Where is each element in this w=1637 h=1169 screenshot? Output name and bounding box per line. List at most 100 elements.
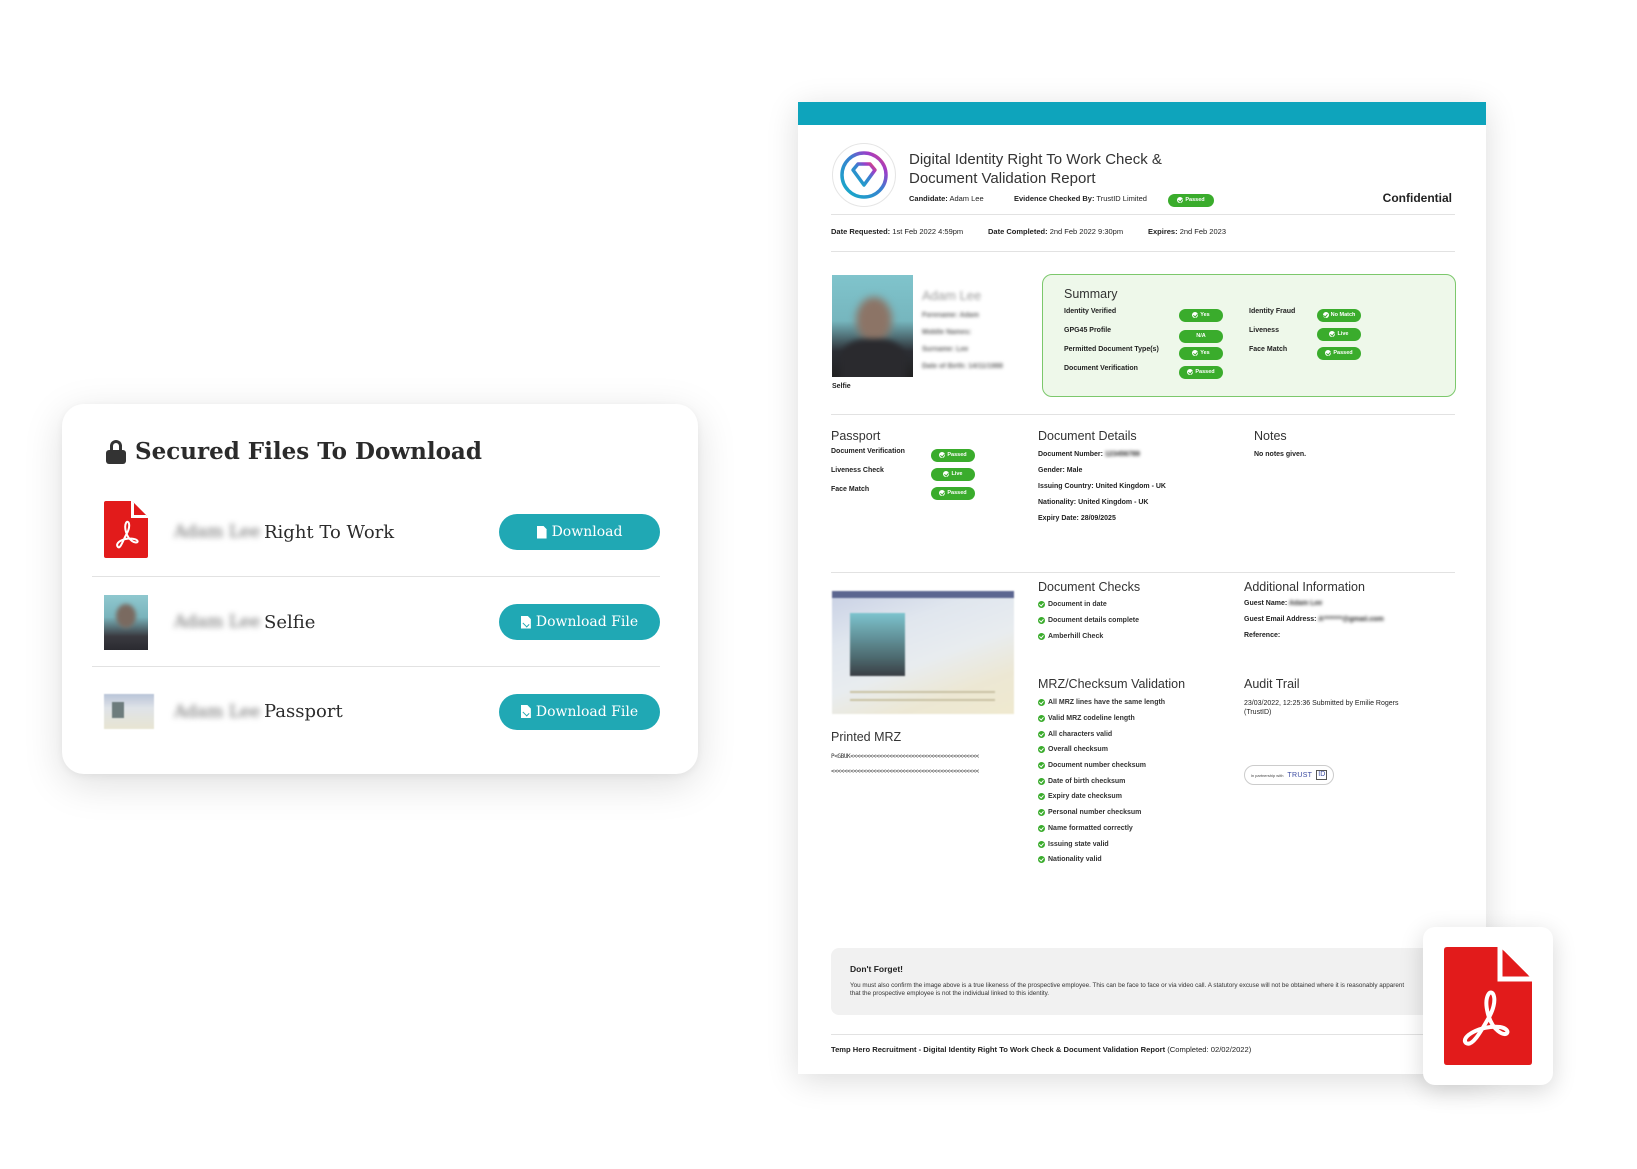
notes-heading: Notes <box>1254 429 1287 443</box>
checked-by-label: Evidence Checked By: <box>1014 194 1095 203</box>
download-file-button[interactable]: Download File <box>499 604 660 640</box>
person-dob: Date of Birth: 14/11/1988 <box>922 363 1003 370</box>
field-value: United Kingdom - UK <box>1095 483 1166 490</box>
file-download-icon <box>520 615 531 629</box>
status-text: Passed <box>947 452 967 458</box>
check-item: Personal number checksum <box>1038 805 1165 821</box>
check-circle-icon <box>1192 312 1199 318</box>
gender: Gender: Male <box>1038 467 1082 474</box>
passport-image <box>832 591 1014 714</box>
summary-status-badge: Passed <box>1179 362 1223 380</box>
expiry-date: Expiry Date: 28/09/2025 <box>1038 515 1116 522</box>
issuing-country: Issuing Country: United Kingdom - UK <box>1038 483 1166 490</box>
divider <box>831 1034 1455 1035</box>
document-checks-list: Document in date Document details complet… <box>1038 597 1139 644</box>
file-owner-name: Adam Lee <box>174 612 261 632</box>
check-circle-icon <box>1038 777 1045 785</box>
report-footer: Temp Hero Recruitment - Digital Identity… <box>831 1045 1251 1054</box>
person-name: Adam Lee <box>922 288 982 303</box>
candidate-info: Candidate: Adam Lee <box>909 194 984 203</box>
summary-label: GPG45 Profile <box>1064 327 1112 334</box>
audit-trail-entry: 23/03/2022, 12:25:36 Submitted by Emilie… <box>1244 700 1399 716</box>
mrz-line: <<<<<<<<<<<<<<<<<<<<<<<<<<<<<<<<<<<<<<<<… <box>831 768 979 775</box>
summary-status-badge: Yes <box>1179 343 1223 361</box>
divider <box>831 214 1455 215</box>
passport-check-label: Document Verification <box>831 448 905 455</box>
field-label: Issuing Country: <box>1038 483 1094 490</box>
summary-status-badge: N/A <box>1179 324 1223 343</box>
diamond-logo-icon <box>832 143 896 207</box>
selfie-photo <box>832 275 913 377</box>
candidate-label: Candidate: <box>909 194 948 203</box>
report-title-line: Document Validation Report <box>909 170 1096 187</box>
check-item: Amberhill Check <box>1038 628 1139 644</box>
pdf-tile <box>1423 927 1553 1085</box>
check-item-label: All characters valid <box>1048 730 1113 738</box>
guest-name: Guest Name: Adam Lee <box>1244 600 1322 607</box>
passport-status-badge: Passed <box>931 445 975 463</box>
check-item-label: All MRZ lines have the same length <box>1048 699 1166 707</box>
check-item-label: Document in date <box>1048 601 1107 609</box>
notes-text: No notes given. <box>1254 451 1307 458</box>
check-item: Overall checksum <box>1038 742 1165 758</box>
status-text: Live <box>1337 331 1349 337</box>
summary-heading: Summary <box>1064 287 1118 301</box>
check-item: Document details complete <box>1038 613 1139 629</box>
secured-files-card: Secured Files To Download Adam Lee Right… <box>62 404 698 774</box>
status-text: Passed <box>1333 350 1353 356</box>
summary-label: Document Verification <box>1064 365 1138 372</box>
check-circle-icon <box>1192 350 1199 356</box>
expires-value: 2nd Feb 2023 <box>1179 227 1226 236</box>
field-label: Guest Name: <box>1244 600 1288 607</box>
check-item: All MRZ lines have the same length <box>1038 695 1165 711</box>
check-circle-icon <box>1038 699 1045 707</box>
passport-status-badge: Live <box>931 464 975 482</box>
status-text: Passed <box>1195 369 1215 375</box>
dont-forget-title: Don't Forget! <box>850 964 904 974</box>
document-checks-heading: Document Checks <box>1038 580 1141 594</box>
trustid-logo: TRUST <box>1287 771 1313 779</box>
status-text: N/A <box>1196 333 1206 339</box>
date-requested: Date Requested: 1st Feb 2022 4:59pm <box>831 227 963 236</box>
additional-info-heading: Additional Information <box>1244 580 1365 594</box>
check-circle-icon <box>1038 601 1045 609</box>
pdf-file-icon <box>104 501 148 563</box>
field-value: 123456789 <box>1104 451 1140 458</box>
file-name: Selfie <box>264 611 316 633</box>
field-label: Guest Email Address: <box>1244 616 1317 623</box>
check-item-label: Document details complete <box>1048 617 1140 625</box>
check-circle-icon <box>1322 312 1329 318</box>
pdf-file-icon <box>536 525 547 539</box>
check-item-label: Amberhill Check <box>1048 632 1104 640</box>
file-owner-name: Adam Lee <box>174 522 261 542</box>
check-item: Expiry date checksum <box>1038 789 1165 805</box>
download-button-label: Download File <box>535 614 639 630</box>
candidate-value: Adam Lee <box>949 194 984 203</box>
field-value: United Kingdom - UK <box>1078 499 1149 506</box>
summary-label: Face Match <box>1249 346 1288 353</box>
date-completed-value: 2nd Feb 2022 9:30pm <box>1049 227 1124 236</box>
mrz-line: P<GBUK<<<<<<<<<<<<<<<<<<<<<<<<<<<<<<<<<<… <box>831 753 979 760</box>
summary-status-badge: Passed <box>1317 343 1361 361</box>
check-circle-icon <box>1038 840 1045 848</box>
selfie-label: Selfie <box>832 383 851 390</box>
check-item-label: Date of birth checksum <box>1048 777 1126 785</box>
reference-label: Reference: <box>1244 632 1281 639</box>
check-circle-icon <box>1038 632 1045 640</box>
download-button-label: Download <box>551 524 623 540</box>
check-item-label: Issuing state valid <box>1048 840 1109 848</box>
download-button[interactable]: Download <box>499 514 660 550</box>
divider <box>831 572 1455 573</box>
summary-label: Permitted Document Type(s) <box>1064 346 1159 353</box>
trustid-logo-id: ID <box>1316 770 1328 780</box>
check-circle-icon <box>1038 809 1045 817</box>
summary-status-badge: Yes <box>1179 305 1223 323</box>
check-circle-icon <box>1038 617 1045 625</box>
check-circle-icon <box>1187 369 1194 375</box>
files-panel-title: Secured Files To Download <box>106 438 482 465</box>
download-file-button[interactable]: Download File <box>499 693 660 730</box>
mrz-validation-list: All MRZ lines have the same length Valid … <box>1038 695 1165 868</box>
status-text: Passed <box>1185 197 1205 203</box>
expires-label: Expires: <box>1148 227 1178 236</box>
check-item: Date of birth checksum <box>1038 773 1165 789</box>
